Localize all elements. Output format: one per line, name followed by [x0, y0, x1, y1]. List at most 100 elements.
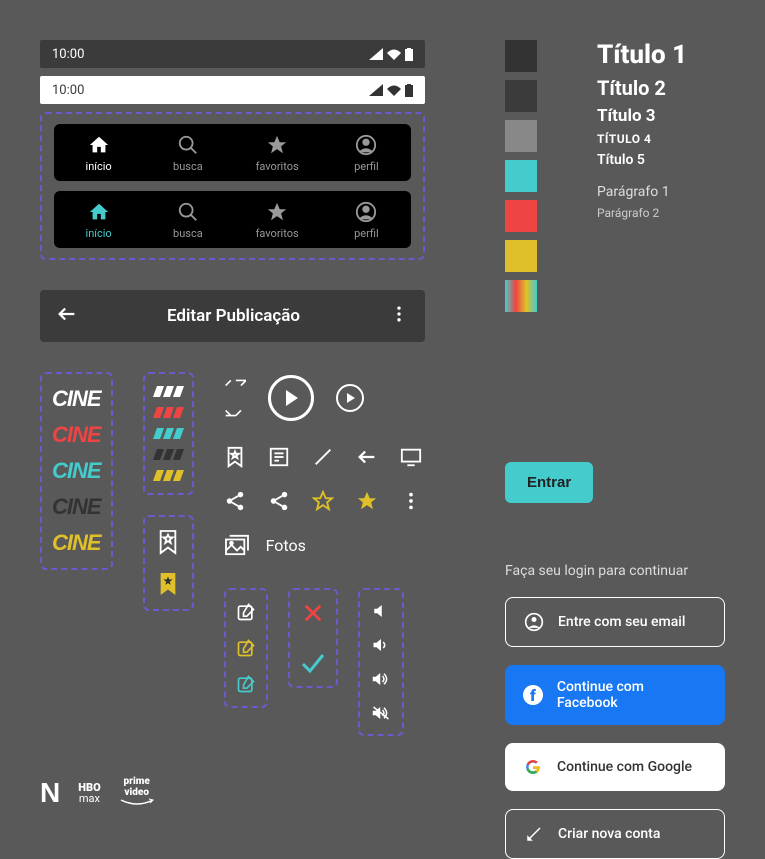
header-title: Editar Publicação	[167, 306, 300, 326]
volume-variants	[358, 588, 404, 736]
cine-logo-teal: CINE	[52, 458, 101, 484]
nav-bar-teal-active: início busca favoritos perfil	[54, 191, 411, 248]
nav-label: perfil	[354, 160, 379, 173]
cine-logo-dark: CINE	[52, 494, 101, 520]
nav-item-favorites[interactable]: favoritos	[237, 134, 317, 173]
star-outline-icon[interactable]	[312, 490, 334, 512]
heading-3: Título 3	[597, 106, 687, 126]
nav-label: perfil	[354, 227, 379, 240]
check-icon[interactable]	[300, 652, 326, 674]
edit-square-teal-icon[interactable]	[236, 674, 256, 694]
login-google-label: Continue com Google	[557, 759, 692, 775]
status-time: 10:00	[52, 47, 84, 62]
streaming-logos: N HBO max prime video	[40, 776, 425, 809]
hbomax-logo: HBO max	[78, 782, 100, 804]
nav-label: favoritos	[256, 160, 299, 173]
play-large-icon[interactable]	[268, 375, 314, 421]
heading-1: Título 1	[597, 40, 687, 70]
nav-label: início	[86, 160, 112, 173]
login-facebook-label: Continue com Facebook	[557, 679, 707, 711]
photos-icon[interactable]	[224, 534, 250, 556]
create-account-button[interactable]: Criar nova conta	[505, 809, 725, 859]
login-email-button[interactable]: Entre com seu email	[505, 597, 725, 647]
nav-item-search[interactable]: busca	[148, 134, 228, 173]
volume-off-icon[interactable]	[370, 704, 392, 722]
login-facebook-button[interactable]: f Continue com Facebook	[505, 665, 725, 725]
color-swatch-red	[505, 200, 537, 232]
nav-item-home[interactable]: início	[59, 201, 139, 240]
login-google-button[interactable]: Continue com Google	[505, 743, 725, 791]
facebook-icon: f	[523, 685, 543, 705]
status-bar-light: 10:00	[40, 76, 425, 104]
photos-label: Fotos	[266, 536, 306, 555]
more-vert-icon[interactable]	[400, 490, 422, 512]
user-icon	[524, 612, 544, 632]
edit-pen-icon[interactable]	[312, 446, 334, 468]
color-swatch-teal	[505, 160, 537, 192]
heading-5: Título 5	[597, 152, 687, 168]
status-icons	[369, 48, 413, 61]
bookmark-outline-icon	[157, 529, 179, 555]
nav-label: busca	[173, 227, 203, 240]
edit-square-white-icon[interactable]	[236, 602, 256, 622]
color-swatch-dark2	[505, 80, 537, 112]
paragraph-2: Parágrafo 2	[597, 206, 687, 220]
nav-item-profile[interactable]: perfil	[326, 134, 406, 173]
volume-low-icon[interactable]	[371, 636, 391, 654]
cine-logo-red: CINE	[52, 422, 101, 448]
more-vert-icon[interactable]	[389, 304, 409, 328]
create-account-label: Criar nova conta	[558, 826, 660, 842]
nav-item-profile[interactable]: perfil	[326, 201, 406, 240]
monitor-icon[interactable]	[400, 446, 422, 468]
nav-label: início	[86, 227, 112, 240]
enter-button[interactable]: Entrar	[505, 462, 593, 503]
nav-bar-white-active: início busca favoritos perfil	[54, 124, 411, 181]
nav-label: busca	[173, 160, 203, 173]
cine-logo-variants: CINE CINE CINE CINE CINE	[40, 372, 113, 570]
cine-logo-white: CINE	[52, 386, 101, 412]
cine-logo-yellow: CINE	[52, 530, 101, 556]
share-filled-icon[interactable]	[224, 490, 246, 512]
nav-item-favorites[interactable]: favoritos	[237, 201, 317, 240]
bookmark-star-icon[interactable]	[224, 446, 246, 468]
check-x-variants	[288, 588, 338, 688]
nav-variants-group: início busca favoritos perfil	[40, 112, 425, 260]
login-prompt: Faça seu login para continuar	[505, 563, 725, 579]
color-palette	[505, 40, 537, 312]
color-swatch-yellow	[505, 240, 537, 272]
star-filled-icon[interactable]	[356, 490, 378, 512]
chevron-right-up-icon	[224, 372, 246, 394]
google-icon	[523, 757, 543, 777]
netflix-logo: N	[40, 777, 60, 809]
edit-square-yellow-icon[interactable]	[236, 638, 256, 658]
page-header: Editar Publicação	[40, 290, 425, 342]
share-small-icon[interactable]	[268, 490, 290, 512]
status-time: 10:00	[52, 83, 84, 98]
play-small-icon[interactable]	[336, 384, 364, 412]
bookmark-variants	[143, 515, 194, 611]
status-bar-dark: 10:00	[40, 40, 425, 68]
status-icons	[369, 84, 413, 97]
edit-pen-icon	[524, 824, 544, 844]
login-email-label: Entre com seu email	[558, 614, 685, 630]
heading-4: TÍTULO 4	[597, 132, 687, 146]
x-icon[interactable]	[302, 602, 324, 624]
icon-gallery: Fotos	[224, 372, 422, 736]
paragraph-1: Parágrafo 1	[597, 184, 687, 200]
newspaper-icon[interactable]	[268, 446, 290, 468]
nav-label: favoritos	[256, 227, 299, 240]
arrow-left-icon[interactable]	[356, 446, 378, 468]
primevideo-logo: prime video	[119, 776, 155, 809]
color-swatch-dark1	[505, 40, 537, 72]
volume-mute-icon[interactable]	[372, 602, 390, 620]
edit-icon-variants	[224, 588, 268, 708]
volume-high-icon[interactable]	[370, 670, 392, 688]
color-swatch-gray	[505, 120, 537, 152]
chevron-down-left-icon	[224, 402, 246, 424]
nav-item-search[interactable]: busca	[148, 201, 228, 240]
heading-2: Título 2	[597, 76, 687, 100]
bookmark-filled-icon	[157, 571, 179, 597]
nav-item-home[interactable]: início	[59, 134, 139, 173]
back-icon[interactable]	[56, 303, 78, 329]
slash-variants	[143, 372, 194, 495]
